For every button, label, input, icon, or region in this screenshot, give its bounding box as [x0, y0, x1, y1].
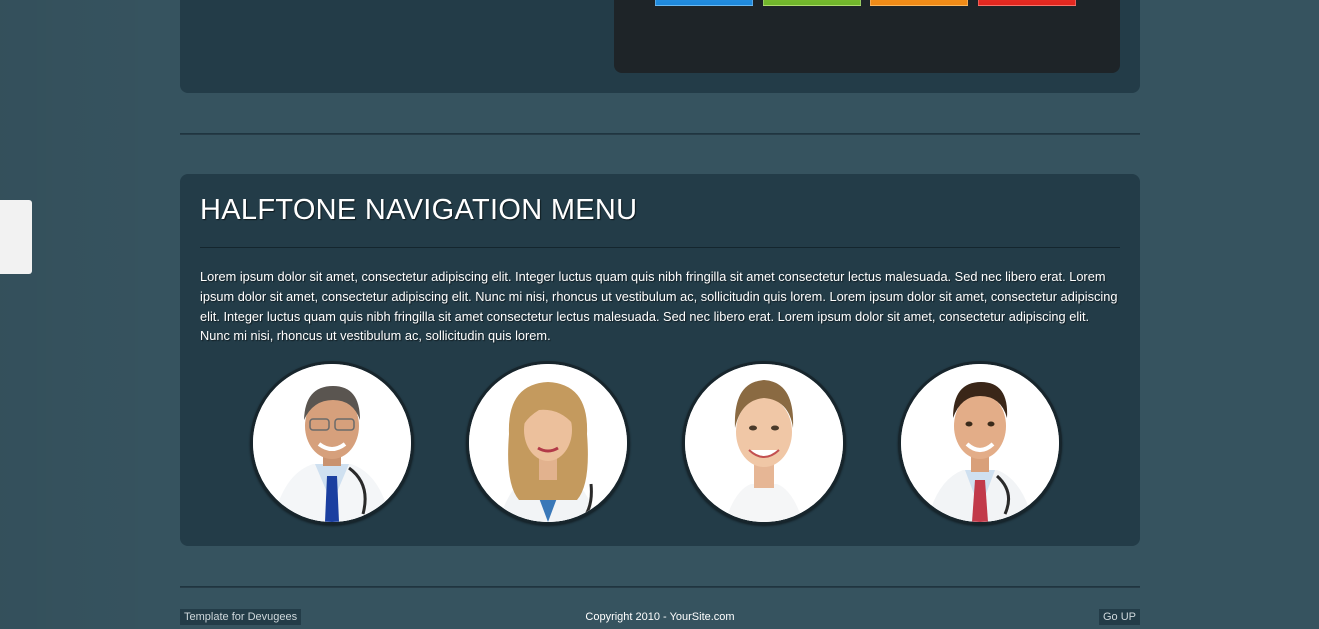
portrait-doctor-man-glasses [250, 361, 414, 525]
swatch-orange[interactable] [870, 0, 968, 6]
portrait-image [901, 364, 1059, 522]
color-swatch-panel [614, 0, 1120, 73]
title-divider [200, 247, 1120, 248]
swatch-blue[interactable] [655, 0, 753, 6]
section-divider-bottom [180, 586, 1140, 588]
section-title: HALFTONE NAVIGATION MENU [200, 194, 638, 226]
swatch-red[interactable] [978, 0, 1076, 6]
content-panel: HALFTONE NAVIGATION MENU Lorem ipsum dol… [180, 174, 1140, 546]
portrait-image [685, 364, 843, 522]
go-up-button[interactable]: Go UP [1098, 609, 1140, 625]
side-tab[interactable] [0, 200, 32, 274]
portrait-doctor-man-young [898, 361, 1062, 525]
portrait-doctor-woman-blonde [466, 361, 630, 525]
footer: Copyright 2010 - YourSite.com Template f… [180, 609, 1140, 625]
section-body-text: Lorem ipsum dolor sit amet, consectetur … [200, 269, 1118, 344]
portrait-row [180, 361, 1140, 525]
swatch-green[interactable] [763, 0, 861, 6]
portrait-woman-smiling [682, 361, 846, 525]
background-band [0, 0, 160, 629]
portrait-image [469, 364, 627, 522]
footer-template-link[interactable]: Template for Devugees [180, 609, 302, 625]
footer-copyright: Copyright 2010 - YourSite.com [585, 611, 735, 623]
section-divider-top [180, 133, 1140, 135]
portrait-image [253, 364, 411, 522]
